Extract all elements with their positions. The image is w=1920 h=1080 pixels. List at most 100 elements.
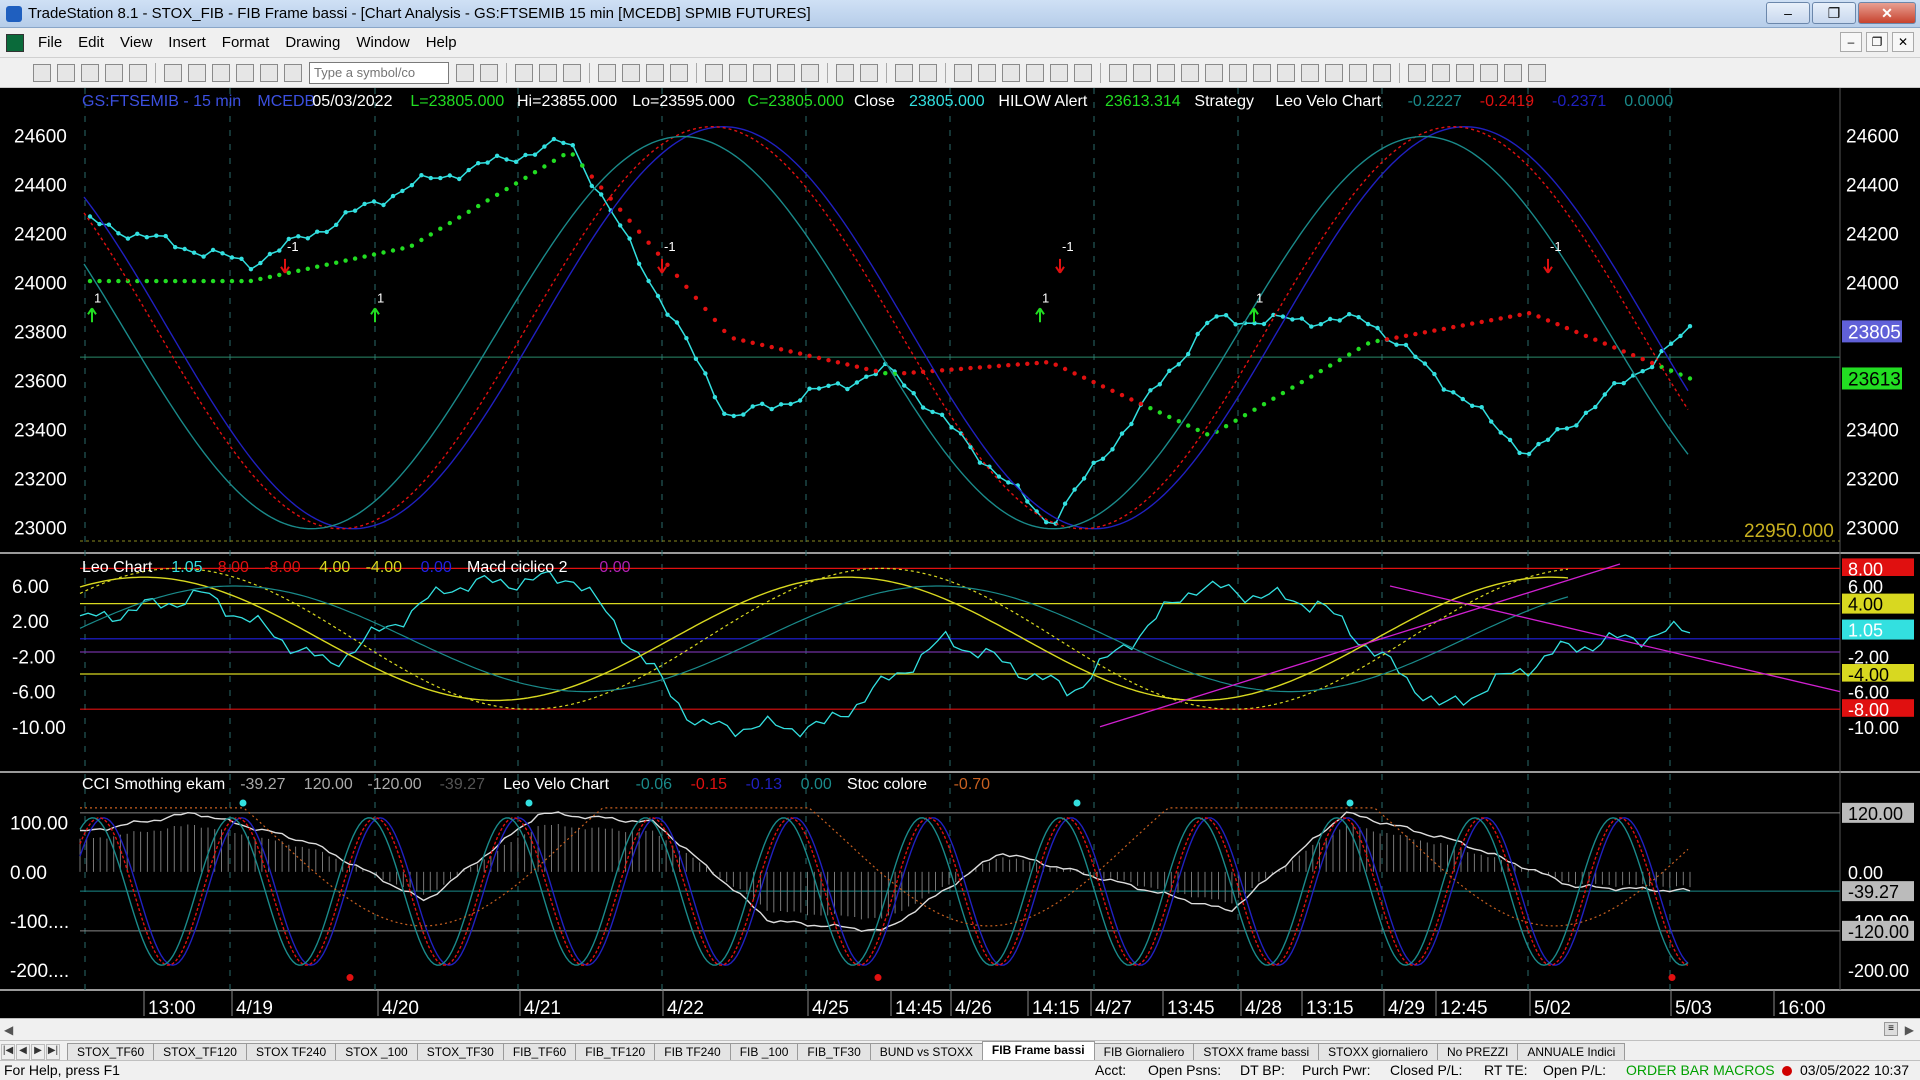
scroll-grip-icon[interactable]: ≡ <box>1884 1022 1898 1036</box>
tab-stox-100[interactable]: STOX _100 <box>335 1043 418 1060</box>
channel-icon[interactable] <box>1181 63 1199 82</box>
close-button[interactable]: ✕ <box>1858 2 1916 24</box>
gann-icon[interactable] <box>1229 63 1247 82</box>
tab-fib-giornaliero[interactable]: FIB Giornaliero <box>1093 1043 1195 1060</box>
expand-icon[interactable] <box>836 63 854 82</box>
new-icon[interactable] <box>33 63 51 82</box>
save-icon[interactable] <box>81 63 99 82</box>
menu-file[interactable]: File <box>30 34 70 51</box>
crosshair-icon[interactable] <box>978 63 996 82</box>
chart-icon[interactable] <box>260 63 278 82</box>
arc-icon[interactable] <box>1349 63 1367 82</box>
candle-icon[interactable] <box>753 63 771 82</box>
menu-edit[interactable]: Edit <box>70 34 112 51</box>
hline-icon[interactable] <box>1133 63 1151 82</box>
tab-stox-tf30[interactable]: STOX_TF30 <box>416 1043 504 1060</box>
strategy-icon[interactable] <box>622 63 640 82</box>
tab-stoxx-giornaliero[interactable]: STOXX giornaliero <box>1318 1043 1438 1060</box>
ellipse-icon[interactable] <box>1480 63 1498 82</box>
close-point <box>362 201 367 207</box>
tab-annuale-indici[interactable]: ANNUALE Indici <box>1517 1043 1626 1060</box>
save-all-icon[interactable] <box>105 63 123 82</box>
trendline-icon[interactable] <box>1109 63 1127 82</box>
tab-stox-tf120[interactable]: STOX_TF120 <box>153 1043 247 1060</box>
tab-last-icon[interactable]: ▶| <box>46 1044 60 1060</box>
restore-button[interactable]: ❐ <box>1812 2 1856 24</box>
order-bar-macros[interactable]: ORDER BAR MACROS <box>1626 1062 1775 1078</box>
close-point <box>949 425 954 430</box>
menu-help[interactable]: Help <box>418 34 465 51</box>
menu-view[interactable]: View <box>112 34 160 51</box>
tab-fib-tf30[interactable]: FIB_TF30 <box>797 1043 871 1060</box>
copy-icon[interactable] <box>188 63 206 82</box>
data-icon[interactable] <box>705 63 723 82</box>
grid-icon[interactable] <box>539 63 557 82</box>
status-help: For Help, press F1 <box>4 1062 120 1078</box>
tab-fib-100[interactable]: FIB _100 <box>729 1043 799 1060</box>
folder-icon[interactable] <box>129 63 147 82</box>
tab-fib-tf240[interactable]: FIB TF240 <box>654 1043 731 1060</box>
table-icon[interactable] <box>563 63 581 82</box>
close-point <box>1195 331 1200 337</box>
go-icon[interactable] <box>456 63 474 82</box>
window-icon[interactable] <box>515 63 533 82</box>
format-icon[interactable] <box>646 63 664 82</box>
zoom-in-icon[interactable] <box>895 63 913 82</box>
lock-icon[interactable] <box>236 63 254 82</box>
menu-insert[interactable]: Insert <box>160 34 214 51</box>
paste-icon[interactable] <box>212 63 230 82</box>
tab-fib-tf120[interactable]: FIB_TF120 <box>575 1043 656 1060</box>
tab-stoxx-frame-bassi[interactable]: STOXX frame bassi <box>1193 1043 1320 1060</box>
layout-icon[interactable] <box>670 63 688 82</box>
fibonacci-icon[interactable] <box>1205 63 1223 82</box>
up-arrow-icon[interactable] <box>1456 63 1474 82</box>
rectangle-icon[interactable] <box>1504 63 1522 82</box>
symbol-input[interactable] <box>309 61 449 84</box>
vline-icon[interactable] <box>1157 63 1175 82</box>
mdi-minimize-button[interactable]: – <box>1840 32 1862 52</box>
tab-prev-icon[interactable]: ◀ <box>16 1044 30 1060</box>
menu-drawing[interactable]: Drawing <box>277 34 348 51</box>
replay-icon[interactable] <box>1050 63 1068 82</box>
text-icon[interactable] <box>1528 63 1546 82</box>
sell-arrow-icon[interactable] <box>1432 63 1450 82</box>
ohlc-icon[interactable] <box>777 63 795 82</box>
mdi-close-button[interactable]: ✕ <box>1892 32 1914 52</box>
indicator-icon[interactable] <box>598 63 616 82</box>
ray-icon[interactable] <box>1325 63 1343 82</box>
globe-icon[interactable] <box>284 63 302 82</box>
tools-icon[interactable] <box>1002 63 1020 82</box>
freehand-icon[interactable] <box>1373 63 1391 82</box>
tab-first-icon[interactable]: |◀ <box>1 1044 15 1060</box>
speed-lines-icon[interactable] <box>1277 63 1295 82</box>
compress-icon[interactable] <box>860 63 878 82</box>
tab-stox-tf60[interactable]: STOX_TF60 <box>67 1043 155 1060</box>
hand-icon[interactable] <box>1026 63 1044 82</box>
open-icon[interactable] <box>57 63 75 82</box>
menu-window[interactable]: Window <box>348 34 417 51</box>
print-icon[interactable] <box>164 63 182 82</box>
line-icon[interactable] <box>801 63 819 82</box>
tab-fib-tf60[interactable]: FIB_TF60 <box>502 1043 577 1060</box>
pointer-icon[interactable] <box>954 63 972 82</box>
tab-fib-frame-bassi[interactable]: FIB Frame bassi <box>981 1041 1095 1060</box>
mdi-restore-button[interactable]: ❐ <box>1866 32 1888 52</box>
horizontal-scrollbar[interactable]: ◀ ≡ ▶ <box>0 1018 1920 1040</box>
bars-icon[interactable] <box>729 63 747 82</box>
tab-stox-tf240[interactable]: STOX TF240 <box>245 1043 337 1060</box>
scroll-right-icon[interactable]: ▶ <box>1905 1023 1914 1037</box>
alert-icon[interactable] <box>1074 63 1092 82</box>
scroll-left-icon[interactable]: ◀ <box>4 1023 13 1037</box>
buy-arrow-icon[interactable] <box>1408 63 1426 82</box>
tab-next-icon[interactable]: ▶ <box>31 1044 45 1060</box>
minimize-button[interactable]: – <box>1766 2 1810 24</box>
menu-format[interactable]: Format <box>214 34 278 51</box>
tab-no-prezzi[interactable]: No PREZZI <box>1436 1043 1519 1060</box>
document-icon[interactable] <box>6 33 24 52</box>
chart-area[interactable]: 1 -1 1 -1 1 -1 1 -1 24600 24600 24400 24400 24200 24… <box>0 88 1920 1018</box>
lookup-icon[interactable] <box>480 63 498 82</box>
pitchfork-icon[interactable] <box>1253 63 1271 82</box>
zoom-out-icon[interactable] <box>919 63 937 82</box>
tab-bund-vs-stoxx[interactable]: BUND vs STOXX <box>869 1043 983 1060</box>
regression-icon[interactable] <box>1301 63 1319 82</box>
